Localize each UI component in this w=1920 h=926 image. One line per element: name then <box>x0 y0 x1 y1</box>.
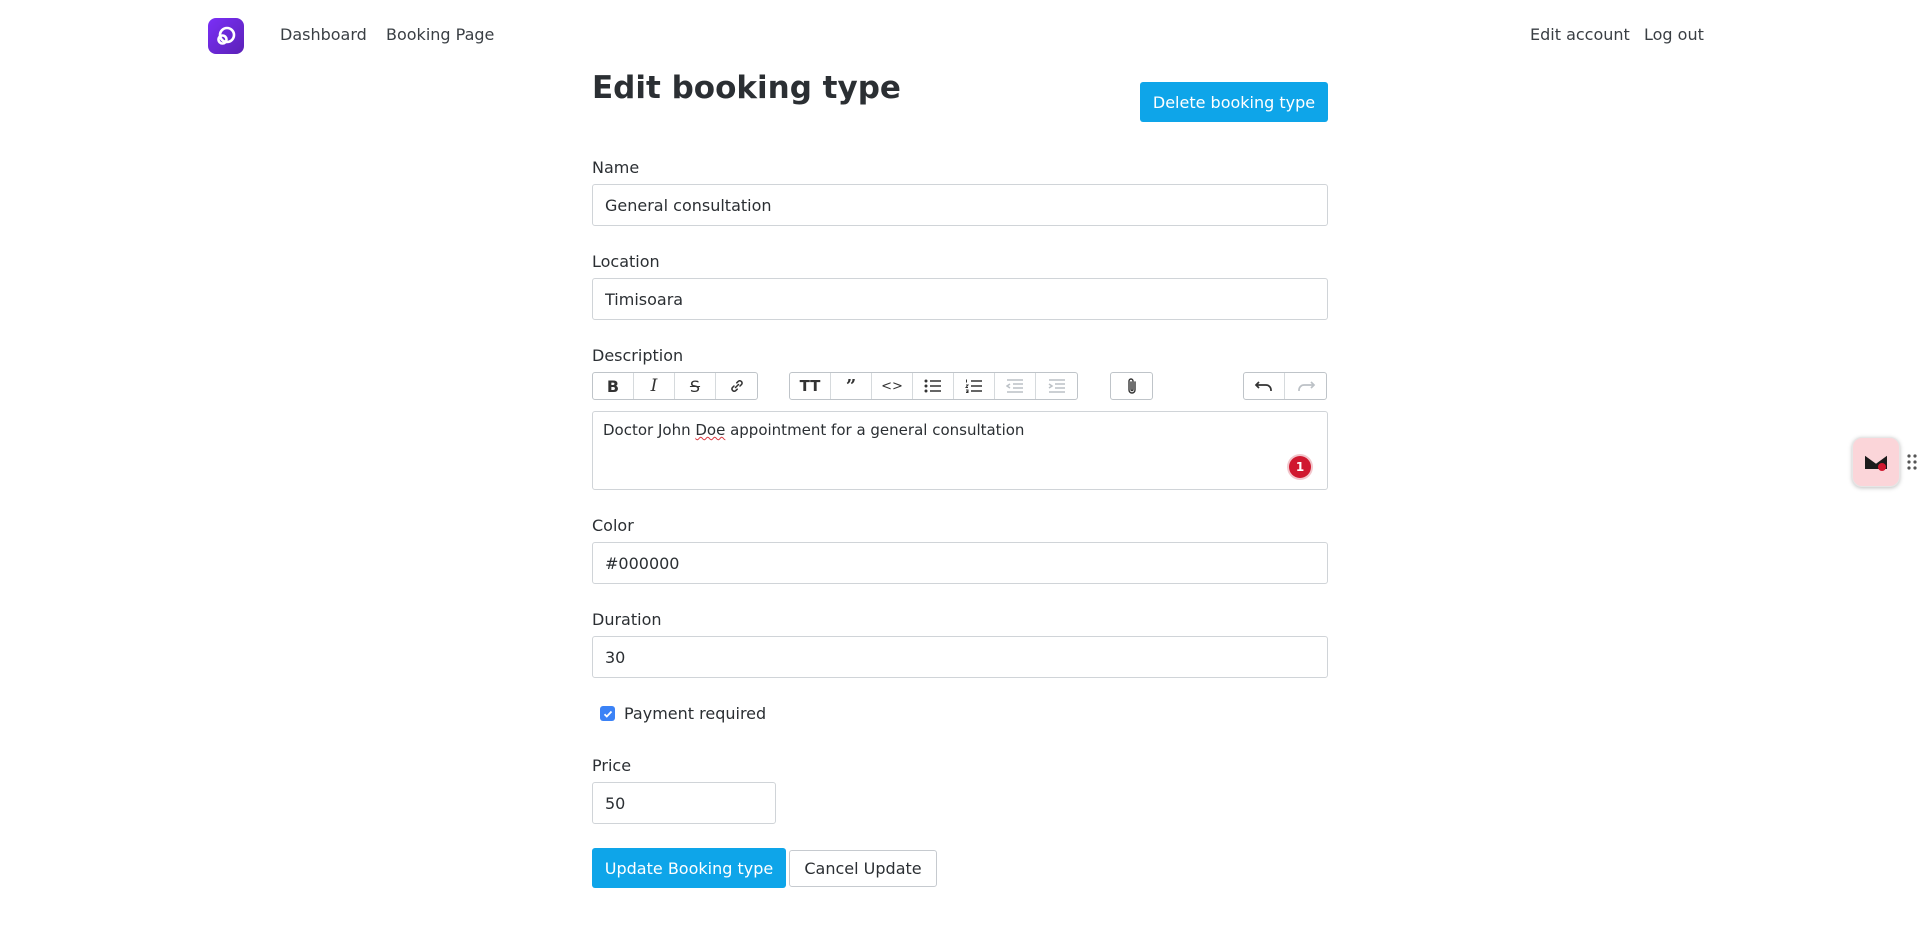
editor-toolbar: B I S TT ” <> <box>592 372 1328 400</box>
redo-icon[interactable] <box>1285 373 1326 399</box>
block-tools-group: TT ” <> <box>789 372 1078 400</box>
payment-required-checkbox[interactable] <box>600 706 615 721</box>
logo-icon <box>217 26 236 45</box>
color-label: Color <box>592 516 634 535</box>
drag-handle-icon[interactable] <box>1906 453 1918 471</box>
text-tools-group: B I S <box>592 372 758 400</box>
numbered-list-icon[interactable] <box>954 373 995 399</box>
nav-log-out-link[interactable]: Log out <box>1644 25 1704 44</box>
page-title: Edit booking type <box>592 70 901 106</box>
description-editor[interactable]: Doctor John Doe appointment for a genera… <box>592 411 1328 490</box>
bold-icon[interactable]: B <box>593 373 634 399</box>
price-input[interactable] <box>592 782 776 824</box>
color-input[interactable] <box>592 542 1328 584</box>
code-icon[interactable]: <> <box>872 373 913 399</box>
indent-icon[interactable] <box>1036 373 1077 399</box>
link-icon[interactable] <box>716 373 757 399</box>
file-tools-group <box>1110 372 1153 400</box>
floating-extension-widget[interactable] <box>1852 437 1900 487</box>
description-text-end: appointment for a general consultation <box>725 421 1025 439</box>
outdent-icon[interactable] <box>995 373 1036 399</box>
app-logo[interactable] <box>208 18 244 54</box>
payment-required-row[interactable]: Payment required <box>600 704 766 723</box>
nav-edit-account-link[interactable]: Edit account <box>1530 25 1630 44</box>
quote-icon[interactable]: ” <box>831 373 872 399</box>
delete-booking-type-button[interactable]: Delete booking type <box>1140 82 1328 122</box>
update-booking-type-button[interactable]: Update Booking type <box>592 848 786 888</box>
nav-booking-page-link[interactable]: Booking Page <box>386 25 494 44</box>
name-input[interactable] <box>592 184 1328 226</box>
duration-input[interactable] <box>592 636 1328 678</box>
bullet-list-icon[interactable] <box>913 373 954 399</box>
location-input[interactable] <box>592 278 1328 320</box>
attach-icon[interactable] <box>1111 373 1152 399</box>
mail-extension-icon <box>1864 454 1888 471</box>
strikethrough-icon[interactable]: S <box>675 373 716 399</box>
price-label: Price <box>592 756 632 775</box>
cancel-update-button[interactable]: Cancel Update <box>789 850 937 887</box>
check-icon <box>603 710 612 718</box>
location-label: Location <box>592 252 660 271</box>
description-misspelled-word: Doe <box>695 421 726 439</box>
description-text-start: Doctor John <box>603 421 696 439</box>
history-tools-group <box>1243 372 1327 400</box>
payment-required-label: Payment required <box>624 704 767 723</box>
italic-icon[interactable]: I <box>634 373 675 399</box>
top-nav: Dashboard Booking Page Edit account Log … <box>0 0 1920 72</box>
nav-dashboard-link[interactable]: Dashboard <box>280 25 367 44</box>
description-label: Description <box>592 346 684 365</box>
heading-icon[interactable]: TT <box>790 373 831 399</box>
grammar-notification-badge[interactable]: 1 <box>1289 456 1311 478</box>
undo-icon[interactable] <box>1244 373 1285 399</box>
duration-label: Duration <box>592 610 662 629</box>
name-label: Name <box>592 158 640 177</box>
